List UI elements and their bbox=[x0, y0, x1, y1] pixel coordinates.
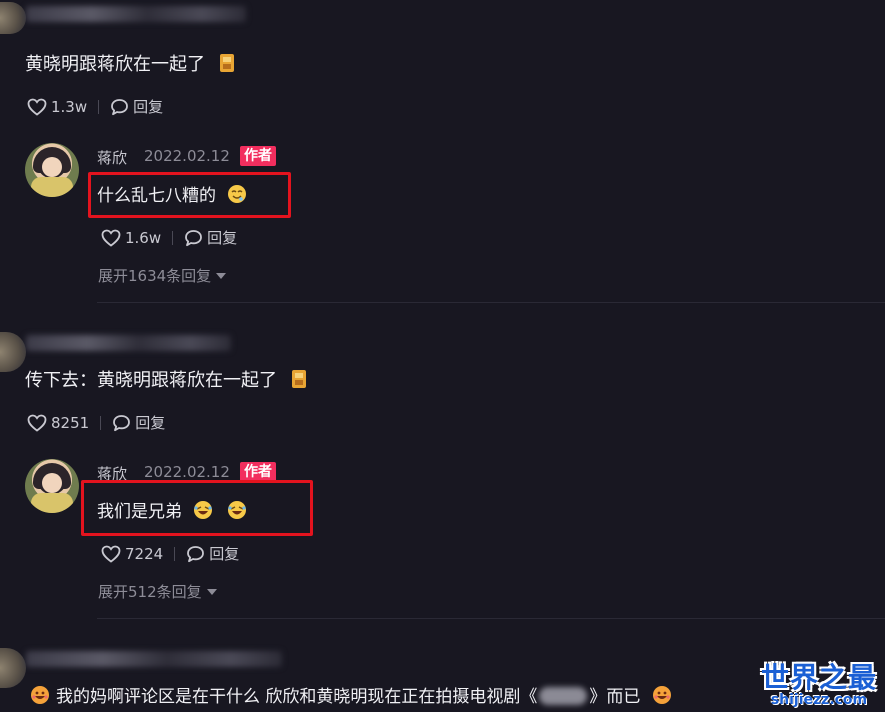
expand-replies-label: 展开512条回复 bbox=[98, 583, 202, 601]
heart-icon bbox=[101, 545, 121, 563]
caret-down-icon bbox=[206, 588, 217, 595]
comment-actions: 1.3w 回复 bbox=[27, 96, 163, 117]
heart-icon bbox=[27, 414, 47, 432]
author-name[interactable]: 蒋欣 bbox=[97, 147, 127, 168]
like-button[interactable]: 1.3w bbox=[27, 98, 87, 116]
emoji-icon bbox=[291, 370, 306, 388]
reply-icon bbox=[187, 545, 205, 562]
reply-button[interactable]: 回复 bbox=[184, 227, 237, 248]
heart-icon bbox=[27, 98, 47, 116]
comment-text: 黄晓明跟蒋欣在一起了 bbox=[25, 50, 237, 76]
action-divider bbox=[100, 415, 102, 430]
action-divider bbox=[98, 99, 100, 114]
reply-button[interactable]: 回复 bbox=[186, 543, 239, 564]
expand-replies-label: 展开1634条回复 bbox=[98, 267, 212, 285]
commenter-avatar[interactable] bbox=[0, 2, 26, 34]
reply-date: 2022.02.12 bbox=[144, 463, 230, 481]
expand-replies-button[interactable]: 展开512条回复 bbox=[98, 581, 217, 602]
like-button[interactable]: 7224 bbox=[101, 545, 163, 563]
comment-divider bbox=[97, 302, 885, 303]
blurred-drama-title bbox=[539, 687, 588, 705]
reply-label: 回复 bbox=[207, 229, 238, 247]
highlight-box bbox=[88, 172, 291, 218]
emoji-icon bbox=[219, 54, 234, 72]
grinning-emoji-icon bbox=[652, 686, 671, 704]
reply-label: 回复 bbox=[133, 98, 164, 116]
author-avatar[interactable] bbox=[25, 459, 79, 513]
blurred-username bbox=[26, 6, 246, 22]
highlight-box bbox=[81, 480, 313, 536]
commenter-avatar[interactable] bbox=[0, 332, 26, 372]
reply-actions: 7224 回复 bbox=[101, 543, 239, 564]
expand-replies-button[interactable]: 展开1634条回复 bbox=[98, 265, 227, 286]
like-button[interactable]: 1.6w bbox=[101, 229, 161, 247]
reply-label: 回复 bbox=[135, 414, 166, 432]
watermark-title: 世界之最 bbox=[760, 661, 877, 694]
blurred-username bbox=[26, 335, 231, 351]
blurred-username bbox=[26, 651, 282, 667]
like-count: 1.3w bbox=[51, 97, 88, 116]
reply-icon bbox=[185, 229, 203, 246]
watermark-url: shijiezz.com bbox=[770, 692, 868, 708]
heart-icon bbox=[101, 229, 121, 247]
comment-actions: 8251 回复 bbox=[27, 412, 165, 433]
caret-down-icon bbox=[216, 272, 227, 279]
reply-icon bbox=[111, 98, 129, 115]
action-divider bbox=[172, 230, 174, 245]
reply-actions: 1.6w 回复 bbox=[101, 227, 237, 248]
comment-text: 我的妈啊评论区是在干什么 欣欣和黄晓明现在正在拍摄电视剧《 》而已 bbox=[30, 682, 672, 707]
like-button[interactable]: 8251 bbox=[27, 414, 89, 432]
action-divider bbox=[174, 546, 176, 561]
site-watermark: 世界之最 shijiezz.com bbox=[761, 656, 877, 708]
grinning-emoji-icon bbox=[31, 686, 49, 704]
comment-divider bbox=[97, 618, 885, 619]
reply-date: 2022.02.12 bbox=[144, 147, 230, 165]
commenter-avatar[interactable] bbox=[0, 648, 26, 688]
reply-icon bbox=[113, 414, 131, 431]
author-badge: 作者 bbox=[240, 462, 276, 482]
reply-label: 回复 bbox=[209, 545, 240, 563]
like-count: 8251 bbox=[51, 413, 90, 432]
like-count: 7224 bbox=[125, 544, 164, 563]
author-badge: 作者 bbox=[240, 146, 276, 166]
reply-button[interactable]: 回复 bbox=[110, 96, 163, 117]
author-avatar[interactable] bbox=[25, 143, 79, 197]
like-count: 1.6w bbox=[125, 228, 162, 247]
reply-button[interactable]: 回复 bbox=[112, 412, 165, 433]
comment-text: 传下去：黄晓明跟蒋欣在一起了 bbox=[25, 366, 309, 392]
